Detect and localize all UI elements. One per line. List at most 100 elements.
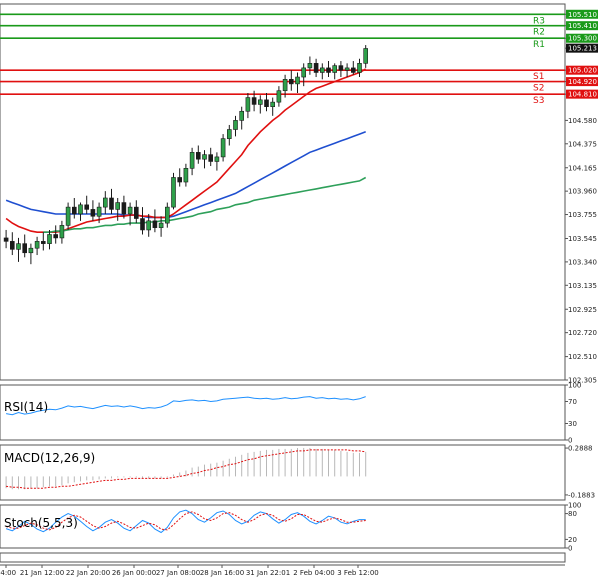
candle-body — [350, 67, 356, 73]
time-tick-label: 04:00 — [0, 569, 16, 577]
macd-tick-label: 0.2888 — [568, 445, 593, 453]
candle-body — [338, 65, 344, 71]
level-label-s1: S1 — [533, 72, 544, 82]
stoch-tick-label: 100 — [568, 502, 581, 510]
level-label-s2: S2 — [533, 84, 544, 94]
candle-body — [326, 67, 331, 73]
candle-body — [59, 225, 65, 239]
candle-body — [140, 218, 145, 231]
candle-body — [65, 206, 71, 226]
price-tick-label: 103.135 — [568, 282, 597, 290]
candle-body — [96, 206, 102, 217]
level-badge-text-s2: 104.920 — [568, 78, 597, 86]
rsi-tick-label: 30 — [568, 420, 577, 428]
candle-body — [233, 120, 238, 130]
price-tick-label: 102.925 — [568, 306, 597, 314]
level-badge-text-r1: 105.300 — [568, 35, 597, 43]
candle-body — [319, 67, 325, 73]
candle-body — [307, 63, 313, 69]
price-tick-label: 104.165 — [568, 164, 597, 172]
candle-body — [183, 168, 189, 183]
rsi-tick-label: 100 — [568, 382, 581, 390]
candle-body — [214, 156, 220, 162]
level-label-s3: S3 — [533, 96, 544, 106]
rsi-tick-label: 70 — [568, 398, 577, 406]
price-tick-label: 102.720 — [568, 329, 597, 337]
stoch-tick-label: 20 — [568, 536, 577, 544]
level-badge-text-s1: 105.020 — [568, 67, 597, 75]
price-tick-label: 102.510 — [568, 353, 597, 361]
candle-body — [158, 222, 164, 228]
candle-body — [177, 177, 182, 183]
rsi-title: RSI(14) — [4, 400, 48, 414]
candle-body — [288, 79, 294, 85]
candle-body — [40, 241, 46, 244]
candle-body — [295, 76, 300, 85]
candle-body — [22, 243, 28, 254]
candle-body — [134, 206, 139, 219]
price-tick-label: 104.580 — [568, 117, 597, 125]
candle-body — [239, 110, 244, 121]
candle-body — [301, 67, 307, 78]
candle-body — [47, 234, 52, 244]
price-tick-label: 103.545 — [568, 235, 597, 243]
time-tick-label: 26 Jan 00:00 — [112, 569, 156, 577]
candle-body — [84, 204, 89, 210]
candle-body — [53, 234, 59, 239]
candle-body — [202, 154, 207, 160]
time-tick-label: 3 Feb 12:00 — [337, 569, 378, 577]
level-badge-text-r2: 105.410 — [568, 22, 597, 30]
price-tick-label: 103.960 — [568, 188, 597, 196]
candle-body — [171, 177, 176, 208]
price-tick-label: 103.340 — [568, 258, 597, 266]
candle-body — [257, 99, 263, 105]
candle-body — [344, 67, 350, 71]
price-tick-label: 104.375 — [568, 140, 597, 148]
stoch-tick-label: 80 — [568, 510, 577, 518]
candle-body — [103, 197, 108, 208]
candle-body — [208, 154, 213, 162]
candle-body — [109, 197, 114, 210]
level-label-r2: R2 — [533, 28, 545, 38]
candle-body — [220, 138, 226, 158]
level-badge-text-r3: 105.510 — [568, 11, 597, 19]
candle-body — [165, 206, 170, 224]
candle-body — [264, 99, 269, 108]
stoch-tick-label: 0 — [568, 545, 572, 553]
candle-body — [332, 65, 338, 73]
candle-body — [28, 247, 34, 254]
trading-chart[interactable]: 104.580 104.375 104.165 103.960 103.755 103.5… — [0, 0, 600, 579]
macd-title: MACD(12,26,9) — [4, 451, 95, 465]
time-tick-label: 28 Jan 16:00 — [200, 569, 244, 577]
last-price-text: 105.213 — [568, 45, 597, 53]
price-tick-label: 103.755 — [568, 211, 597, 219]
macd-tick-label: -0.1883 — [568, 491, 595, 499]
candle-body — [78, 204, 83, 215]
candle-body — [276, 90, 282, 103]
candle-body — [227, 129, 232, 139]
candle-body — [313, 63, 319, 73]
candle-body — [152, 220, 158, 228]
candle-body — [10, 241, 15, 250]
level-badge-text-s3: 104.810 — [568, 91, 597, 99]
candle-body — [251, 97, 257, 105]
candle-body — [189, 152, 195, 169]
rsi-tick-label: 0 — [568, 437, 572, 445]
time-tick-label: 2 Feb 04:00 — [293, 569, 334, 577]
candle-body — [127, 206, 133, 215]
level-label-r1: R1 — [533, 40, 545, 50]
candle-body — [34, 241, 40, 249]
candle-body — [3, 237, 9, 242]
candle-body — [146, 220, 151, 231]
candle-body — [363, 48, 369, 64]
time-tick-label: 22 Jan 20:00 — [66, 569, 110, 577]
candle-body — [245, 97, 251, 112]
candle-body — [90, 209, 96, 217]
candle-body — [72, 206, 77, 215]
candle-body — [282, 79, 288, 92]
time-tick-label: 21 Jan 12:00 — [20, 569, 64, 577]
candle-body — [270, 101, 276, 108]
candle-body — [115, 202, 120, 210]
candle-body — [121, 202, 127, 215]
level-label-r3: R3 — [533, 16, 545, 26]
